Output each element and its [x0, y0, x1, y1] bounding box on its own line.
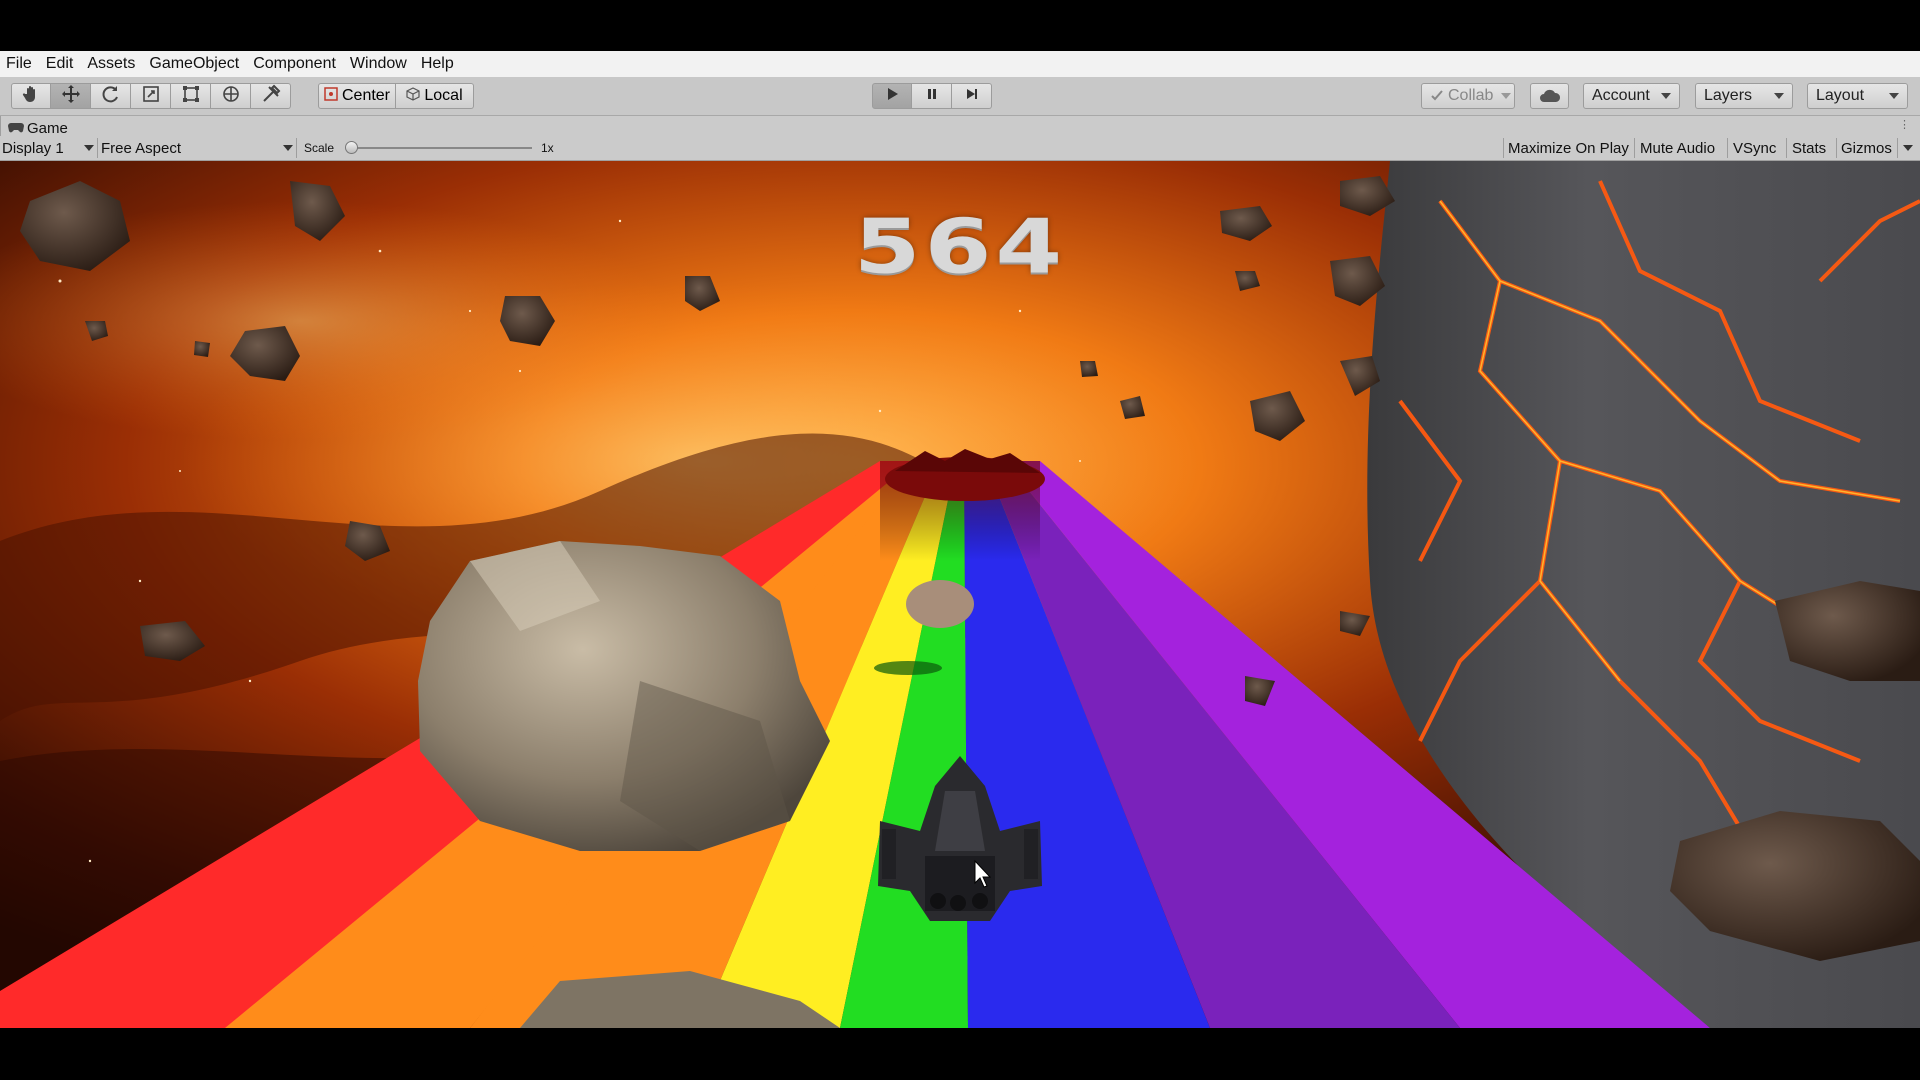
pivot-local-button[interactable]: Local [396, 83, 474, 109]
chevron-down-icon [1903, 145, 1913, 151]
divider [0, 116, 1, 136]
local-space-icon [406, 86, 420, 106]
move-icon [61, 84, 81, 109]
rect-tool-button[interactable] [171, 83, 211, 109]
menu-edit[interactable]: Edit [39, 51, 81, 77]
layout-dropdown[interactable]: Layout [1807, 83, 1908, 109]
gizmos-toggle[interactable]: Gizmos [1841, 138, 1892, 158]
vsync-toggle[interactable]: VSync [1733, 138, 1776, 158]
playback-controls [872, 83, 992, 109]
layers-dropdown[interactable]: Layers [1695, 83, 1793, 109]
chevron-down-icon [1501, 93, 1512, 99]
menu-component[interactable]: Component [246, 51, 343, 77]
pivot-center-button[interactable]: Center [318, 83, 396, 109]
aspect-dropdown[interactable]: Free Aspect [101, 138, 293, 158]
menu-help[interactable]: Help [414, 51, 461, 77]
game-view[interactable]: 564 [0, 161, 1920, 1028]
display-label: Display 1 [2, 139, 64, 157]
divider [97, 138, 98, 158]
score-counter: 564 [853, 203, 1067, 291]
rotate-icon [101, 84, 121, 109]
rock [906, 580, 974, 628]
move-tool-button[interactable] [51, 83, 91, 109]
transform-tools [11, 83, 291, 109]
game-tab-label: Game [27, 119, 68, 137]
account-dropdown[interactable]: Account [1583, 83, 1680, 109]
toolbar: Center Local Collab Account Layers Layou… [0, 77, 1920, 116]
chevron-down-icon [84, 145, 94, 151]
game-scene [0, 161, 1920, 1028]
letterbox-top [0, 0, 1920, 51]
pivot-controls: Center Local [318, 83, 474, 109]
step-icon [965, 87, 979, 106]
transform-icon [221, 84, 241, 109]
chevron-down-icon [1889, 93, 1899, 99]
stats-toggle[interactable]: Stats [1792, 138, 1826, 158]
cloud-button[interactable] [1530, 83, 1569, 109]
rotate-tool-button[interactable] [91, 83, 131, 109]
gamepad-icon [8, 120, 27, 137]
check-icon [1430, 89, 1444, 103]
collab-label: Collab [1448, 87, 1494, 104]
mute-audio-toggle[interactable]: Mute Audio [1640, 138, 1715, 158]
display-dropdown[interactable]: Display 1 [2, 138, 94, 158]
pivot-local-label: Local [424, 87, 463, 104]
play-icon [885, 87, 899, 106]
menu-assets[interactable]: Assets [80, 51, 142, 77]
rock-shadow [874, 661, 942, 675]
scale-slider-track[interactable] [352, 147, 532, 149]
panel-menu-icon[interactable]: ⋮ [1899, 118, 1910, 131]
pivot-center-label: Center [341, 87, 391, 104]
divider [1897, 138, 1898, 158]
tab-game[interactable]: Game [8, 119, 68, 137]
rect-icon [181, 84, 201, 109]
scale-label: Scale [304, 141, 335, 155]
pause-button[interactable] [912, 83, 952, 109]
chevron-down-icon [1661, 93, 1671, 99]
menu-gameobject[interactable]: GameObject [142, 51, 246, 77]
pivot-icon [324, 86, 338, 106]
gizmos-dropdown[interactable] [1903, 138, 1913, 158]
divider [1727, 138, 1728, 158]
divider [1503, 138, 1504, 158]
pause-icon [925, 87, 939, 106]
letterbox-bottom [0, 1028, 1920, 1080]
menu-window[interactable]: Window [343, 51, 414, 77]
scale-slider-handle[interactable] [345, 141, 358, 154]
divider [1836, 138, 1837, 158]
step-button[interactable] [952, 83, 992, 109]
layout-label: Layout [1816, 87, 1865, 104]
chevron-down-icon [283, 145, 293, 151]
aspect-label: Free Aspect [101, 139, 182, 157]
play-button[interactable] [872, 83, 912, 109]
maximize-on-play-toggle[interactable]: Maximize On Play [1508, 138, 1629, 158]
hand-tool-button[interactable] [11, 83, 51, 109]
transform-tool-button[interactable] [211, 83, 251, 109]
scale-icon [141, 84, 161, 109]
scale-value: 1x [541, 141, 554, 155]
cloud-icon [1539, 89, 1561, 103]
chevron-down-icon [1774, 93, 1784, 99]
divider [296, 138, 297, 158]
collab-dropdown[interactable]: Collab [1421, 83, 1515, 109]
divider [1786, 138, 1787, 158]
hand-icon [21, 84, 41, 109]
custom-tool-icon [261, 84, 281, 109]
menu-bar: File Edit Assets GameObject Component Wi… [0, 51, 1920, 77]
custom-tool-button[interactable] [251, 83, 291, 109]
menu-file[interactable]: File [0, 51, 39, 77]
layers-label: Layers [1704, 87, 1753, 104]
account-label: Account [1592, 87, 1650, 104]
scale-tool-button[interactable] [131, 83, 171, 109]
divider [1634, 138, 1635, 158]
